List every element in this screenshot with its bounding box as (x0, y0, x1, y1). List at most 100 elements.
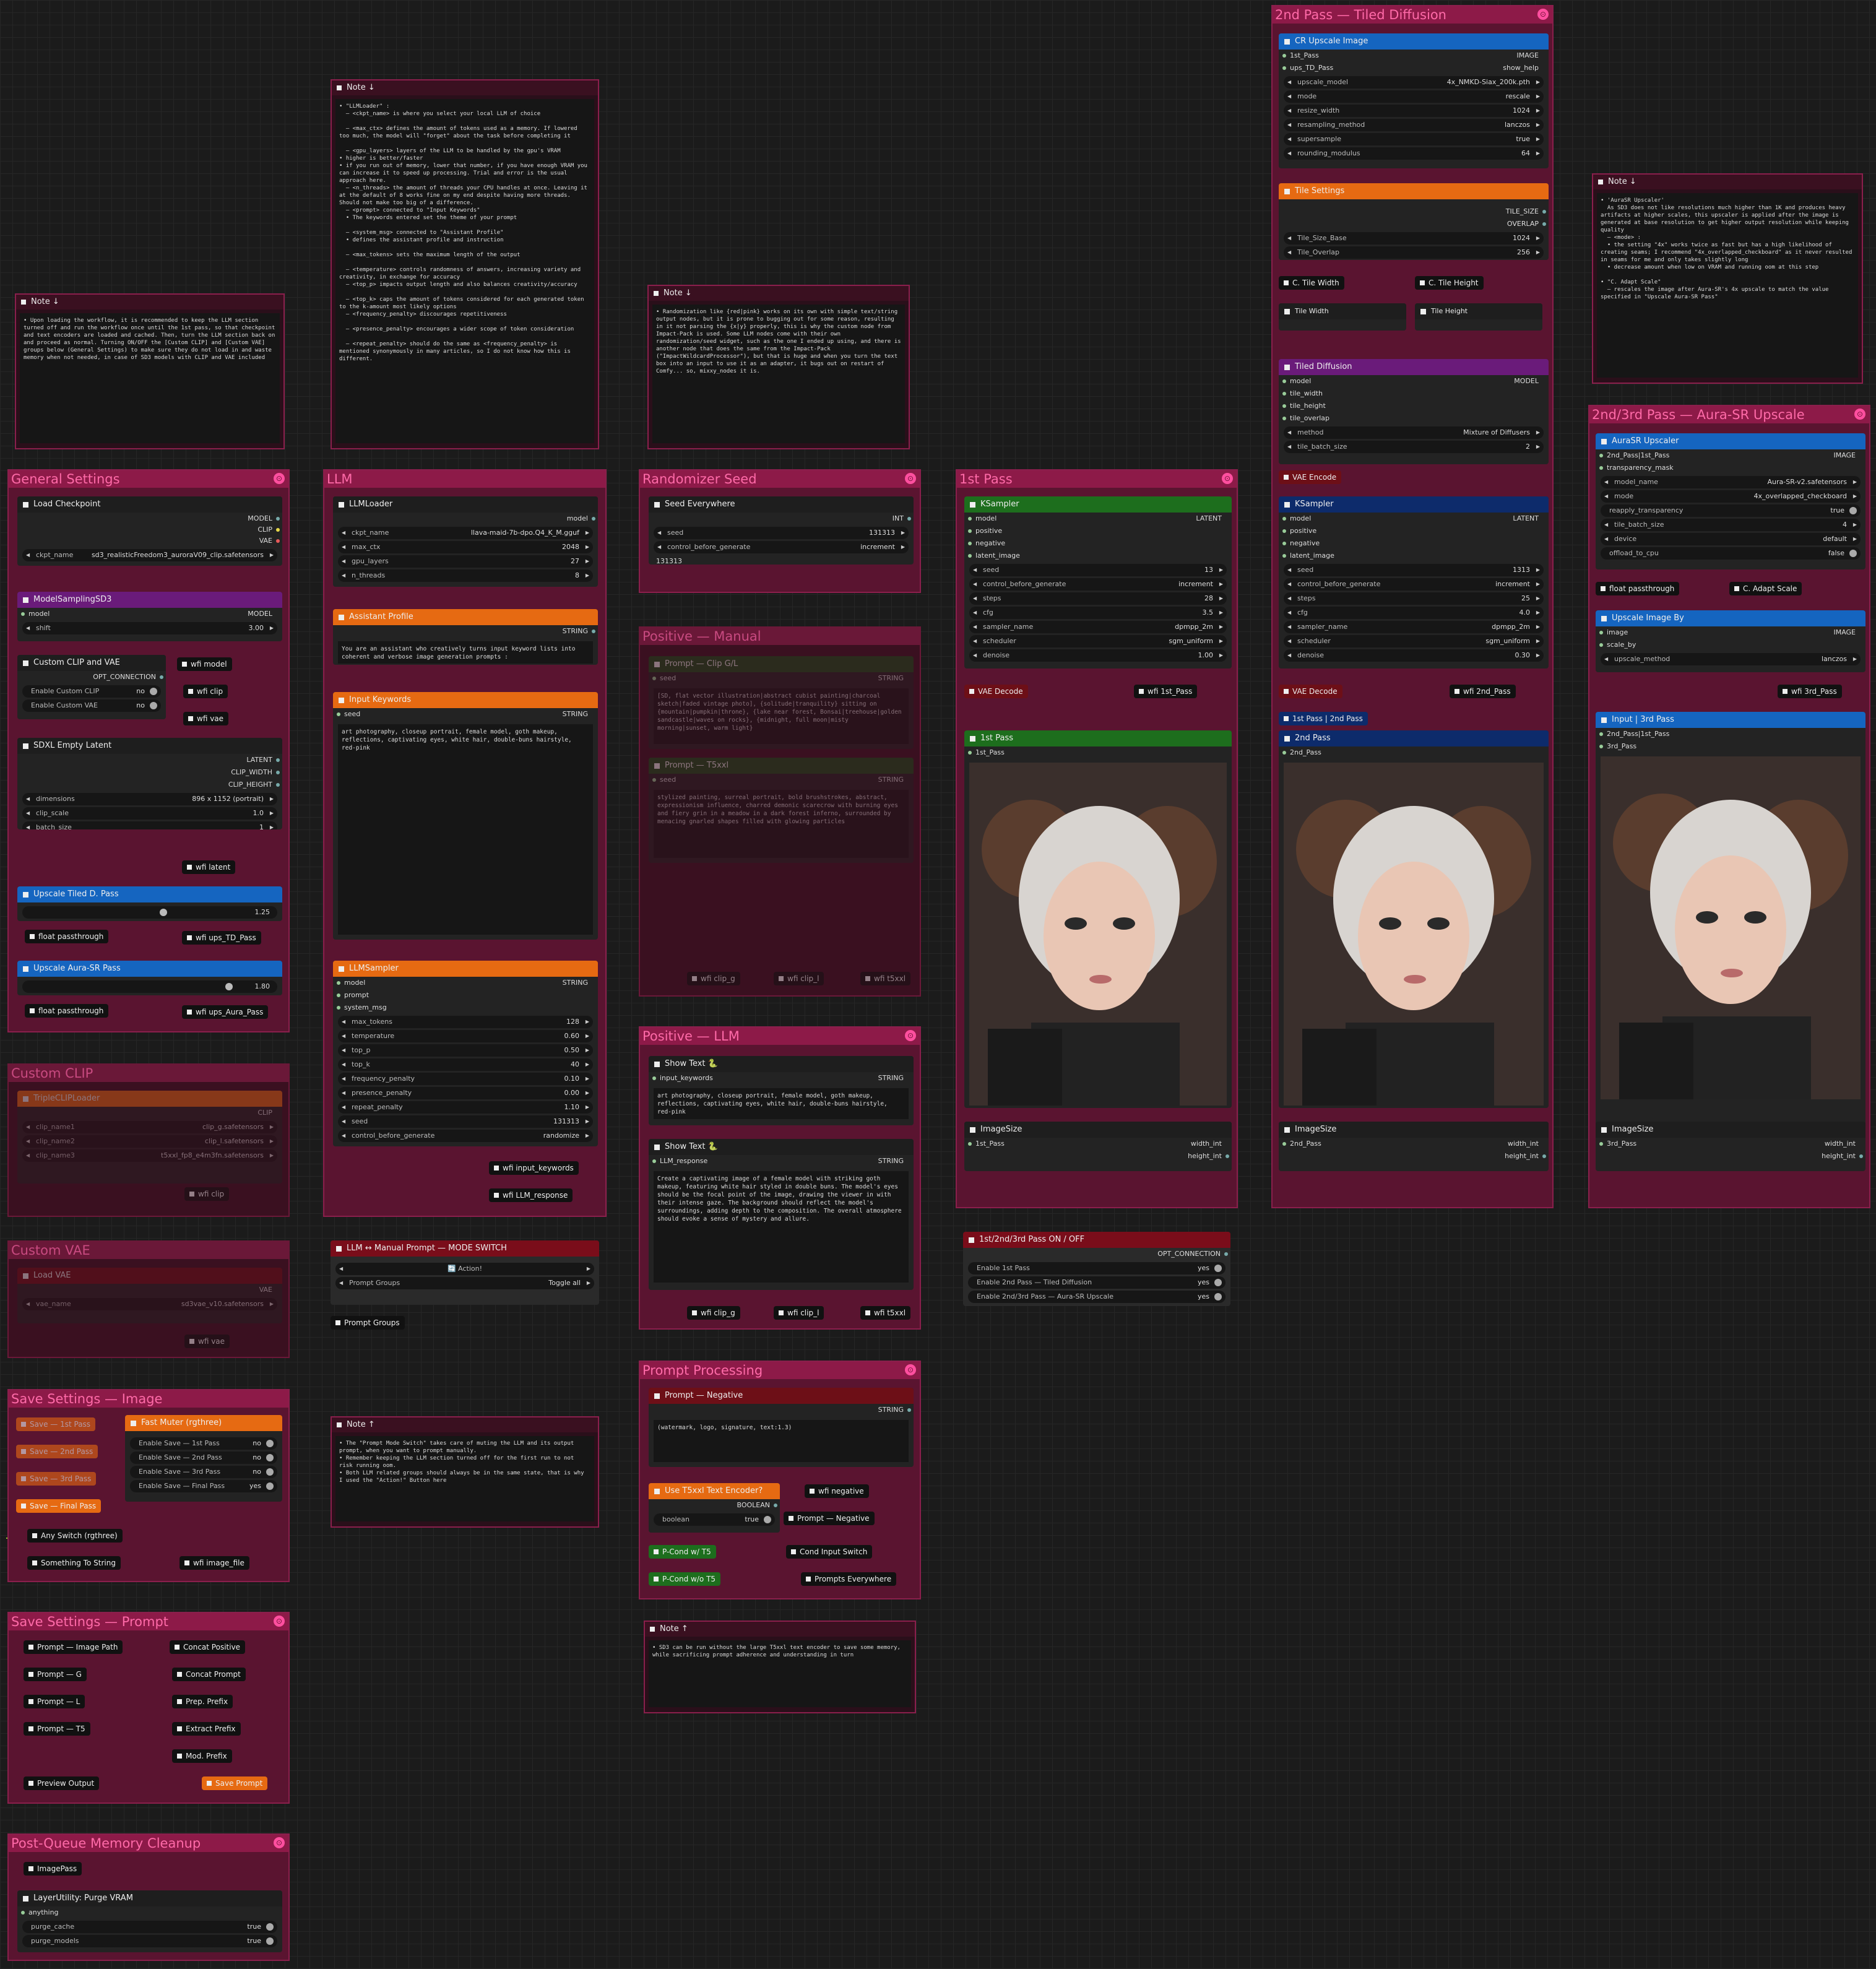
widget-mode[interactable]: mode rescale (1284, 90, 1544, 103)
node-tile-height[interactable]: Tile Height (1415, 303, 1542, 331)
negative-textarea[interactable]: (watermark, logo, signature, text:1.3) (654, 1420, 909, 1462)
node-wfi-llm-response[interactable]: wfi LLM_response (489, 1188, 573, 1202)
widget-ckpt-name[interactable]: ckpt_name sd3_realisticFreedom3_auroraV09… (22, 549, 277, 561)
toggle-save-1st[interactable]: Enable Save — 1st Pass no (130, 1437, 277, 1450)
node-save-prompt[interactable]: Save Prompt (202, 1776, 268, 1790)
group-second-pass[interactable]: 2nd Pass — Tiled Diffusion ⊙ CR Upscale I… (1271, 5, 1554, 1208)
node-prompts-everywhere[interactable]: Prompts Everywhere (801, 1572, 897, 1586)
node-wfi-image-file[interactable]: wfi image_file (179, 1556, 249, 1570)
node-pcond-without-t5[interactable]: P-Cond w/o T5 (649, 1572, 721, 1586)
toggle-purge-cache[interactable]: purge_cache true (22, 1921, 277, 1933)
node-wfi-latent[interactable]: wfi latent (182, 860, 236, 874)
node-load-vae[interactable]: Load VAE VAE vae_name sd3vae_v10.safetens… (17, 1268, 282, 1323)
preview-image[interactable] (1601, 756, 1861, 1099)
node-c-tile-width[interactable]: C. Tile Width (1279, 276, 1344, 290)
node-wfi-clip-l[interactable]: wfi clip_l (774, 1306, 824, 1320)
slider-knob[interactable] (160, 909, 167, 916)
input-image[interactable]: image IMAGE (1596, 626, 1865, 639)
widget-clip-scale[interactable]: clip_scale 1.0 (22, 807, 277, 820)
input-scale-by[interactable]: scale_by (1596, 639, 1865, 651)
node-wfi-clip-g[interactable]: wfi clip_g (687, 1306, 740, 1320)
output-boolean[interactable]: BOOLEAN (649, 1499, 780, 1512)
input-positive[interactable]: positive (964, 525, 1232, 537)
widget-seed[interactable]: seed 13 (969, 564, 1227, 576)
node-prompt-image-path[interactable]: Prompt — Image Path (24, 1640, 123, 1654)
group-toggle-icon[interactable]: ⊙ (274, 1837, 285, 1848)
node-mod-prefix[interactable]: Mod. Prefix (172, 1749, 232, 1763)
widget-control-before-generate[interactable]: control_before_generate randomize (338, 1130, 593, 1142)
widget-sampler-name[interactable]: sampler_name dpmpp_2m (1284, 621, 1544, 633)
node-wfi-ups-aura[interactable]: wfi ups_Aura_Pass (182, 1005, 269, 1019)
node-upscale-image-by[interactable]: Upscale Image By image IMAGE scale_by ups… (1596, 610, 1865, 672)
widget-supersample[interactable]: supersample true (1284, 133, 1544, 145)
node-input-keywords[interactable]: Input Keywords seed STRING art photograph… (333, 692, 598, 940)
widget-dimensions[interactable]: dimensions 896 x 1152 (portrait) (22, 793, 277, 805)
widget-batch-size[interactable]: batch_size 1 (22, 821, 277, 829)
group-toggle-icon[interactable]: ⊙ (905, 1030, 916, 1041)
group-custom-clip[interactable]: Custom CLIP TripleCLIPLoader CLIP clip_n… (7, 1063, 290, 1217)
node-modelsampling-sd3[interactable]: ModelSamplingSD3 model MODEL shift 3.00 (17, 592, 282, 641)
group-prompt-processing[interactable]: Prompt Processing ⊙ Prompt — Negative STR… (639, 1361, 921, 1599)
output-int[interactable]: INT (649, 513, 914, 525)
node-wfi-t5xxl[interactable]: wfi t5xxl (860, 972, 911, 985)
node-vae-decode[interactable]: VAE Decode (964, 685, 1028, 698)
widget-top-p[interactable]: top_p 0.50 (338, 1044, 593, 1057)
node-prompt-negative[interactable]: Prompt — Negative STRING (watermark, log… (649, 1388, 914, 1467)
input-pass[interactable]: 2nd_Pass|1st_Pass (1596, 728, 1865, 740)
widget-tile-size-base[interactable]: Tile_Size_Base 1024 (1284, 232, 1544, 245)
widget-control-before-generate[interactable]: control_before_generate increment (654, 541, 909, 553)
node-aurasr-upscaler[interactable]: AuraSR Upscaler 2nd_Pass|1st_Pass IMAGE t… (1596, 433, 1865, 569)
node-tripleclip-loader[interactable]: TripleCLIPLoader CLIP clip_name1 clip_g.s… (17, 1091, 282, 1184)
input-tile-overlap[interactable]: tile_overlap (1279, 412, 1549, 425)
node-wfi-input-keywords[interactable]: wfi input_keywords (489, 1161, 579, 1175)
node-wfi-clip-g[interactable]: wfi clip_g (687, 972, 740, 985)
node-llmloader[interactable]: LLMLoader model ckpt_name llava-maid-7b-d… (333, 496, 598, 587)
input-1st-pass[interactable]: 1st_Pass IMAGE (1279, 50, 1549, 62)
input-tile-width[interactable]: tile_width (1279, 387, 1549, 400)
node-prep-prefix[interactable]: Prep. Prefix (172, 1695, 233, 1708)
input-1st-pass[interactable]: 1st_Pass width_int (964, 1138, 1232, 1150)
widget-n-threads[interactable]: n_threads 8 (338, 569, 593, 582)
widget-max-tokens[interactable]: max_tokens 128 (338, 1016, 593, 1028)
node-wfi-negative[interactable]: wfi negative (805, 1484, 869, 1498)
slider-upscale-td[interactable]: 1.25 (22, 906, 277, 919)
output-height[interactable]: height_int (964, 1150, 1232, 1162)
node-wfi-clip-l[interactable]: wfi clip_l (774, 972, 824, 985)
toggle-enable-2nd[interactable]: Enable 2nd Pass — Tiled Diffusion yes (968, 1276, 1225, 1289)
widget-tile-batch-size[interactable]: tile_batch_size 2 (1284, 441, 1544, 453)
node-something-to-string[interactable]: Something To String (27, 1556, 121, 1570)
widget-upscale-method[interactable]: upscale_method lanczos (1601, 653, 1861, 665)
clip-gl-textarea[interactable]: [SD, flat vector illustration|abstract c… (654, 688, 909, 744)
node-ksampler[interactable]: KSampler model LATENT positive negative l… (964, 496, 1232, 669)
node-wfi-ups-td[interactable]: wfi ups_TD_Pass (182, 931, 261, 945)
output-model[interactable]: MODEL (17, 513, 282, 525)
group-save-prompt[interactable]: Save Settings — Prompt ⊙ Prompt — Image P… (7, 1612, 290, 1804)
widget-ckpt-name[interactable]: ckpt_name llava-maid-7b-dpo.Q4_K_M.gguf (338, 527, 593, 539)
widget-frequency-penalty[interactable]: frequency_penalty 0.10 (338, 1073, 593, 1085)
node-cond-input-switch[interactable]: Cond Input Switch (786, 1545, 873, 1559)
toggle-boolean[interactable]: boolean true (654, 1513, 775, 1526)
widget-rounding-modulus[interactable]: rounding_modulus 64 (1284, 147, 1544, 160)
node-preview-1st[interactable]: 1st Pass 1st_Pass (964, 730, 1232, 1108)
group-positive-llm[interactable]: Positive — LLM ⊙ Show Text 🐍 input_keywor… (639, 1026, 921, 1330)
node-wfi-vae[interactable]: wfi vae (183, 712, 229, 725)
widget-repeat-penalty[interactable]: repeat_penalty 1.10 (338, 1101, 593, 1114)
widget-control-before-generate[interactable]: control_before_generate increment (1284, 578, 1544, 591)
node-wfi-2nd-pass[interactable]: wfi 2nd_Pass (1450, 685, 1516, 698)
node-show-text-keywords[interactable]: Show Text 🐍 input_keywords STRING art pho… (649, 1056, 914, 1125)
widget-steps[interactable]: steps 28 (969, 592, 1227, 605)
slider-knob[interactable] (225, 983, 233, 990)
node-use-t5xxl[interactable]: Use T5xxl Text Encoder? BOOLEAN boolean t… (649, 1483, 780, 1533)
input-llm-response[interactable]: LLM_response STRING (649, 1155, 914, 1167)
widget-denoise[interactable]: denoise 1.00 (969, 649, 1227, 662)
node-tiled-diffusion[interactable]: Tiled Diffusion model MODEL tile_width ti… (1279, 359, 1549, 464)
node-float-passthrough[interactable]: float passthrough (25, 930, 109, 943)
node-wfi-t5xxl[interactable]: wfi t5xxl (860, 1306, 911, 1320)
widget-clip-name2[interactable]: clip_name2 clip_l.safetensors (22, 1135, 277, 1148)
input-transparency-mask[interactable]: transparency_mask (1596, 462, 1865, 474)
input-anything[interactable]: anything (17, 1906, 282, 1919)
widget-resampling-method[interactable]: resampling_method lanczos (1284, 119, 1544, 131)
node-prompt-g[interactable]: Prompt — G (24, 1668, 87, 1681)
widget-steps[interactable]: steps 25 (1284, 592, 1544, 605)
output-tile-size[interactable]: TILE_SIZE (1279, 206, 1549, 218)
